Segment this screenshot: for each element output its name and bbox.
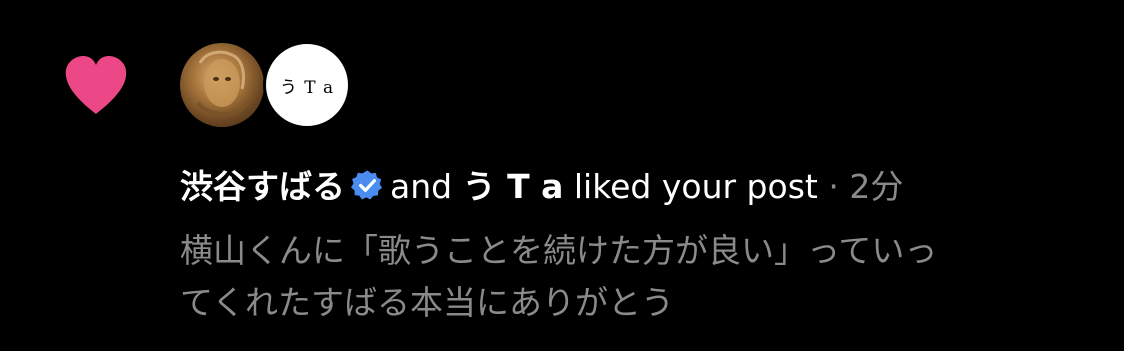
avatar-u-ta[interactable]: う T a [263, 41, 351, 129]
avatar-text: う T a [279, 77, 335, 98]
username-1[interactable]: 渋谷すばる [180, 167, 345, 206]
action-text: liked your post [573, 167, 818, 206]
verified-badge-icon [351, 170, 383, 200]
timestamp: 2分 [849, 167, 904, 206]
username-2[interactable]: う T a [463, 167, 564, 206]
notification-text: 渋谷すばる and う T a liked your post · 2分 [180, 162, 903, 212]
separator: · [828, 167, 839, 206]
connector-text: and [390, 167, 453, 206]
avatar-shibutani-subaru[interactable] [180, 43, 264, 127]
post-preview-line-2: てくれたすばる本当にありがとう [180, 283, 675, 322]
post-preview-line-1: 横山くんに「歌うことを続けた方が良い」っていっ [180, 231, 938, 270]
heart-icon [65, 56, 127, 114]
portrait-image [196, 50, 248, 116]
like-notification[interactable]: う T a 渋谷すばる and う T a liked your post · … [0, 0, 1124, 351]
